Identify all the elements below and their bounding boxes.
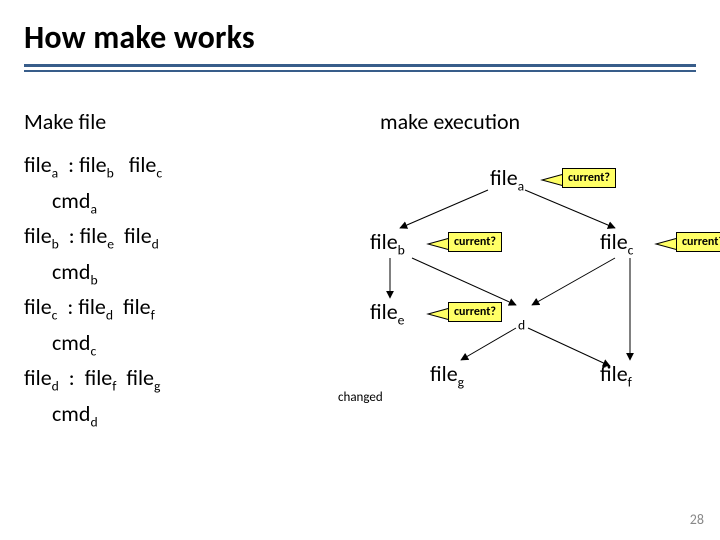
node-file-d: d: [518, 303, 525, 333]
heading-execution: make execution: [380, 108, 520, 135]
makefile-listing: filea : fileb filec cmda fileb : filee f…: [24, 148, 162, 432]
node-file-b: fileb: [370, 228, 405, 258]
tag-current-e: current?: [448, 302, 502, 322]
tag-current-a: current?: [562, 168, 616, 188]
label-changed: changed: [338, 390, 383, 405]
heading-makefile: Make file: [24, 108, 106, 135]
execution-diagram: filea fileb filec filee d fileg filef cu…: [280, 150, 710, 470]
rule-cmd: cmdc: [24, 326, 162, 362]
node-file-a: filea: [490, 164, 524, 194]
rule-cmd: cmdb: [24, 255, 162, 291]
node-file-g: fileg: [430, 360, 464, 390]
rule-cmd: cmdd: [24, 397, 162, 433]
rule-line: filed : filef fileg: [24, 361, 162, 397]
rule-line: filec : filed filef: [24, 290, 162, 326]
tag-current-b: current?: [448, 232, 502, 252]
rule-line: fileb : filee filed: [24, 219, 162, 255]
slide-title: How make works: [24, 18, 255, 57]
rule-cmd: cmda: [24, 184, 162, 220]
node-file-c: filec: [600, 228, 633, 258]
page-number: 28: [690, 511, 704, 528]
title-underline: [24, 64, 696, 72]
rule-line: filea : fileb filec: [24, 148, 162, 184]
node-file-f: filef: [600, 360, 632, 390]
tag-current-c: current?: [676, 232, 720, 252]
node-file-e: filee: [370, 298, 404, 328]
